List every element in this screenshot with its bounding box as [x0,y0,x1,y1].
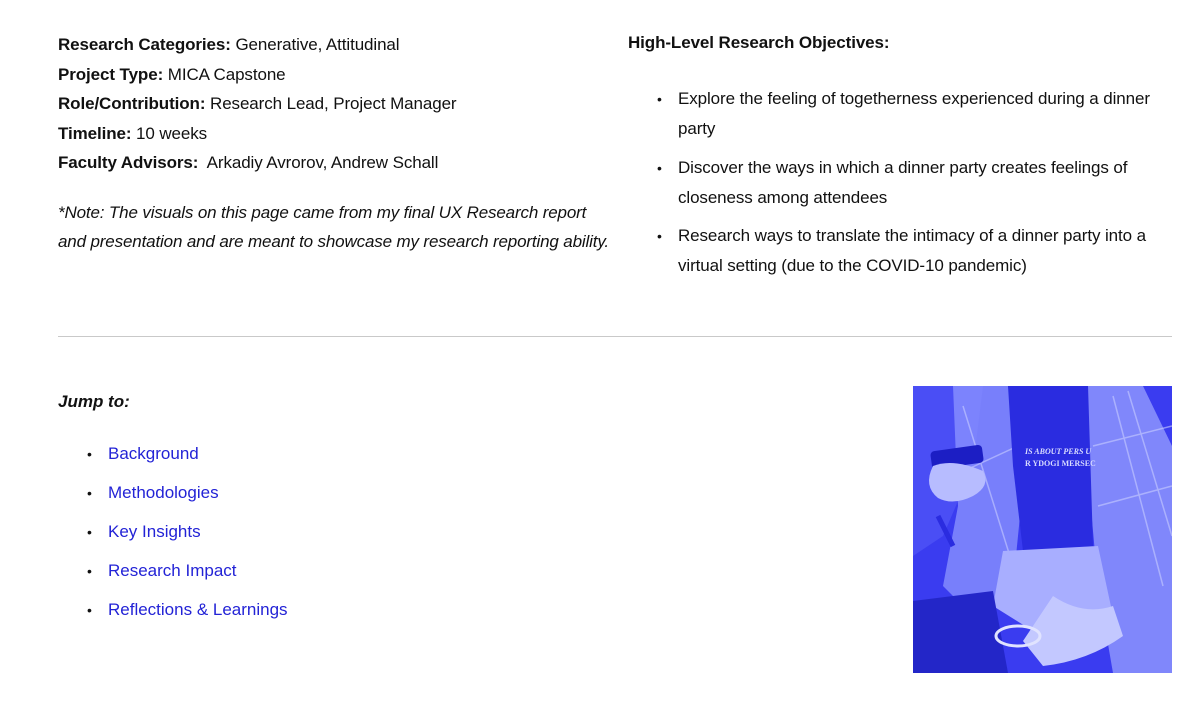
hero-photo: IS ABOUT PERS U R YDOGI MERSEC [913,386,1172,673]
meta-value: Arkadiy Avrorov, Andrew Schall [202,153,439,172]
meta-label: Timeline: [58,123,132,143]
bullet-icon: • [657,159,662,176]
jump-item: • Key Insights [58,518,288,546]
meta-research-categories: Research Categories: Generative, Attitud… [58,30,618,60]
meta-timeline: Timeline: 10 weeks [58,119,618,149]
jump-to-heading: Jump to: [58,392,130,411]
bullet-icon: • [657,228,662,244]
objectives-section: High-Level Research Objectives: • Explor… [628,30,1188,290]
objective-text: Discover the ways in which a dinner part… [678,157,1128,207]
jump-item: • Background [58,440,288,468]
meta-label: Role/Contribution: [58,94,206,113]
jump-item: • Methodologies [58,479,288,507]
objective-item: • Research ways to translate the intimac… [628,221,1178,281]
meta-value: MICA Capstone [167,64,286,84]
objective-text: Explore the feeling of togetherness expe… [678,89,1150,138]
bullet-icon: • [657,91,662,107]
bullet-icon: • [87,446,92,462]
shirt-text-1: IS ABOUT PERS U [1024,447,1092,456]
meta-faculty-advisors: Faculty Advisors: Arkadiy Avrorov, Andre… [58,148,618,178]
section-divider [58,336,1172,337]
shirt-text-2: R YDOGI MERSEC [1025,459,1096,468]
bullet-icon: • [87,602,92,618]
objectives-list: • Explore the feeling of togetherness ex… [628,84,1188,281]
meta-label: Project Type: [58,64,164,84]
jump-link-key-insights[interactable]: Key Insights [108,522,201,541]
jump-item: • Reflections & Learnings [58,596,288,624]
visuals-note: *Note: The visuals on this page came fro… [58,202,609,252]
bullet-icon: • [87,524,92,540]
project-meta-section: Research Categories: Generative, Attitud… [58,30,618,257]
meta-value: Generative, Attitudinal [235,35,400,54]
jump-link-research-impact[interactable]: Research Impact [108,561,237,580]
bullet-icon: • [87,485,92,501]
meta-label: Faculty Advisors: [58,153,199,172]
meta-project-type: Project Type: MICA Capstone [58,60,618,90]
meta-role-contribution: Role/Contribution: Research Lead, Projec… [58,89,618,119]
hero-photo-illustration: IS ABOUT PERS U R YDOGI MERSEC [913,386,1172,673]
jump-to-list: • Background • Methodologies • Key Insig… [58,440,288,624]
jump-link-background[interactable]: Background [108,444,199,463]
meta-value: Research Lead, Project Manager [210,94,457,113]
objectives-heading: High-Level Research Objectives: [628,33,890,52]
jump-link-methodologies[interactable]: Methodologies [108,483,219,502]
jump-link-reflections-learnings[interactable]: Reflections & Learnings [108,600,288,619]
jump-item: • Research Impact [58,557,288,585]
meta-label: Research Categories: [58,35,231,54]
objective-item: • Discover the ways in which a dinner pa… [628,153,1178,213]
jump-to-nav: Jump to: • Background • Methodologies • … [58,388,288,635]
meta-value: 10 weeks [136,123,208,143]
bullet-icon: • [87,563,92,579]
objective-item: • Explore the feeling of togetherness ex… [628,84,1178,144]
objective-text: Research ways to translate the intimacy … [678,226,1146,275]
